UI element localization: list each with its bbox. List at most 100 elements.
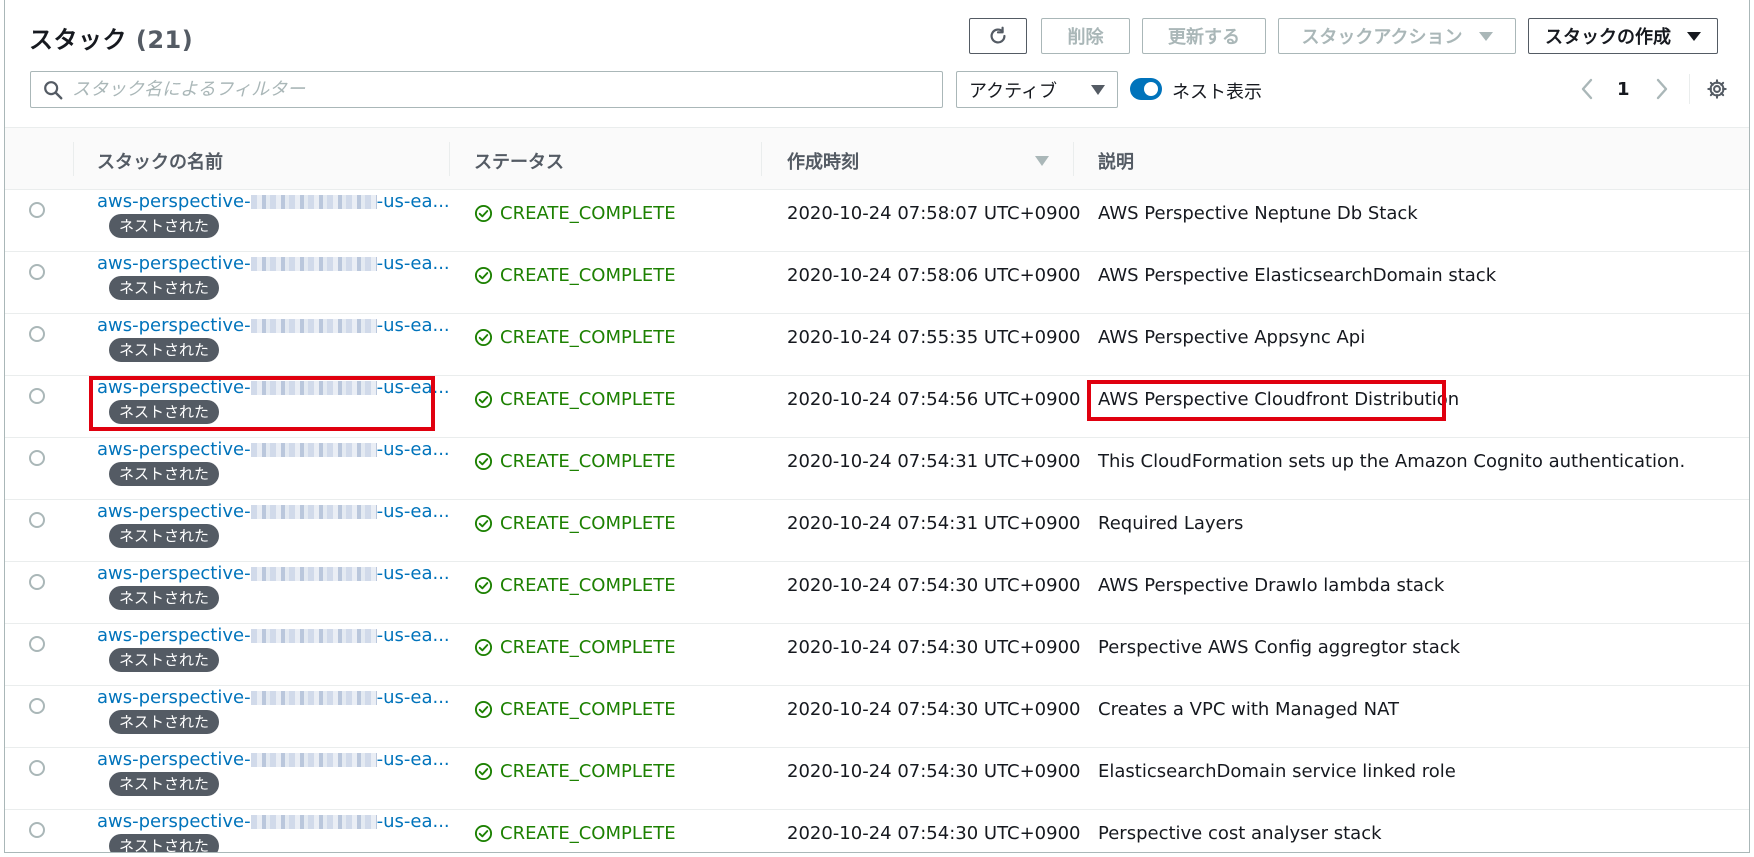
- stack-description: AWS Perspective Neptune Db Stack: [1098, 203, 1418, 224]
- chevron-right-icon[interactable]: [1655, 78, 1669, 100]
- stack-name-link[interactable]: aws-perspective- -us-ea...: [97, 315, 450, 336]
- table-row[interactable]: aws-perspective- -us-ea... ネストされた CREATE_…: [5, 500, 1749, 562]
- check-circle-icon: [474, 452, 493, 471]
- row-select-radio[interactable]: [29, 760, 45, 776]
- stack-status: CREATE_COMPLETE: [474, 761, 676, 782]
- stack-name-link[interactable]: aws-perspective- -us-ea...: [97, 501, 450, 522]
- caret-down-icon: [1478, 31, 1493, 41]
- stack-description: AWS Perspective Appsync Api: [1098, 327, 1366, 348]
- stack-name-link[interactable]: aws-perspective- -us-ea...: [97, 439, 450, 460]
- status-text: CREATE_COMPLETE: [500, 823, 676, 844]
- status-text: CREATE_COMPLETE: [500, 451, 676, 472]
- row-select-radio[interactable]: [29, 636, 45, 652]
- column-divider: [1073, 142, 1074, 176]
- redacted-segment: [250, 443, 377, 457]
- column-header-name[interactable]: スタックの名前: [97, 148, 223, 174]
- stack-name-link[interactable]: aws-perspective- -us-ea...: [97, 625, 450, 646]
- nested-badge: ネストされた: [109, 586, 220, 610]
- stack-name-prefix: aws-perspective-: [97, 253, 251, 274]
- created-time: 2020-10-24 07:54:30 UTC+0900: [787, 575, 1081, 596]
- title-text: スタック: [29, 26, 127, 54]
- update-button[interactable]: 更新する: [1142, 18, 1266, 54]
- column-divider: [73, 142, 74, 176]
- column-header-status[interactable]: ステータス: [474, 148, 564, 174]
- stack-name-suffix: -us-ea...: [376, 563, 450, 584]
- row-select-radio[interactable]: [29, 202, 45, 218]
- table-row[interactable]: aws-perspective- -us-ea... ネストされた CREATE_…: [5, 686, 1749, 748]
- stack-status: CREATE_COMPLETE: [474, 203, 676, 224]
- stack-name-link[interactable]: aws-perspective- -us-ea...: [97, 563, 450, 584]
- delete-button[interactable]: 削除: [1041, 18, 1130, 54]
- stack-name-link[interactable]: aws-perspective- -us-ea...: [97, 749, 450, 770]
- status-text: CREATE_COMPLETE: [500, 575, 676, 596]
- redacted-segment: [250, 257, 377, 271]
- row-select-radio[interactable]: [29, 264, 45, 280]
- search-field[interactable]: [30, 71, 943, 108]
- check-circle-icon: [474, 514, 493, 533]
- stack-name-suffix: -us-ea...: [376, 439, 450, 460]
- stack-description: This CloudFormation sets up the Amazon C…: [1098, 451, 1686, 472]
- row-select-radio[interactable]: [29, 512, 45, 528]
- created-time: 2020-10-24 07:54:30 UTC+0900: [787, 699, 1081, 720]
- table-row[interactable]: aws-perspective- -us-ea... ネストされた CREATE_…: [5, 624, 1749, 686]
- delete-label: 削除: [1067, 27, 1104, 48]
- stack-actions-button[interactable]: スタックアクション: [1278, 18, 1516, 54]
- divider: [1689, 74, 1690, 104]
- table-row[interactable]: aws-perspective- -us-ea... ネストされた CREATE_…: [5, 190, 1749, 252]
- nested-view-toggle[interactable]: [1130, 78, 1162, 100]
- table-row[interactable]: aws-perspective- -us-ea... ネストされた CREATE_…: [5, 748, 1749, 810]
- status-text: CREATE_COMPLETE: [500, 265, 676, 286]
- stack-status: CREATE_COMPLETE: [474, 575, 676, 596]
- stack-name-link[interactable]: aws-perspective- -us-ea...: [97, 253, 450, 274]
- stack-description: AWS Perspective DrawIo lambda stack: [1098, 575, 1445, 596]
- check-circle-icon: [474, 762, 493, 781]
- redacted-segment: [250, 629, 377, 643]
- current-page[interactable]: 1: [1617, 79, 1630, 100]
- table-row[interactable]: aws-perspective- -us-ea... ネストされた CREATE_…: [5, 252, 1749, 314]
- row-select-radio[interactable]: [29, 450, 45, 466]
- nested-badge: ネストされた: [109, 276, 220, 300]
- nested-badge: ネストされた: [109, 338, 220, 362]
- stack-name-link[interactable]: aws-perspective- -us-ea...: [97, 687, 450, 708]
- nested-badge: ネストされた: [109, 462, 220, 486]
- created-time: 2020-10-24 07:54:31 UTC+0900: [787, 513, 1081, 534]
- row-select-radio[interactable]: [29, 574, 45, 590]
- refresh-button[interactable]: [969, 18, 1027, 54]
- gear-icon[interactable]: [1706, 78, 1728, 100]
- row-select-radio[interactable]: [29, 822, 45, 838]
- stack-name-link[interactable]: aws-perspective- -us-ea...: [97, 811, 450, 832]
- toggle-knob: [1144, 82, 1158, 96]
- created-time: 2020-10-24 07:54:30 UTC+0900: [787, 637, 1081, 658]
- column-header-created[interactable]: 作成時刻: [787, 148, 859, 174]
- table-row[interactable]: aws-perspective- -us-ea... ネストされた CREATE_…: [5, 438, 1749, 500]
- column-header-description[interactable]: 説明: [1098, 148, 1134, 174]
- search-icon: [44, 80, 63, 99]
- stack-name-prefix: aws-perspective-: [97, 315, 251, 336]
- status-text: CREATE_COMPLETE: [500, 699, 676, 720]
- stack-name-prefix: aws-perspective-: [97, 749, 251, 770]
- create-stack-button[interactable]: スタックの作成: [1528, 18, 1718, 54]
- stack-name-prefix: aws-perspective-: [97, 501, 251, 522]
- row-select-radio[interactable]: [29, 698, 45, 714]
- sort-descending-icon[interactable]: [1035, 156, 1049, 166]
- nested-badge: ネストされた: [109, 772, 220, 796]
- filter-value: アクティブ: [969, 80, 1058, 102]
- redacted-segment: [250, 567, 377, 581]
- check-circle-icon: [474, 328, 493, 347]
- chevron-left-icon[interactable]: [1580, 78, 1594, 100]
- row-select-radio[interactable]: [29, 388, 45, 404]
- table-row[interactable]: aws-perspective- -us-ea... ネストされた CREATE_…: [5, 810, 1749, 852]
- row-select-radio[interactable]: [29, 326, 45, 342]
- created-time: 2020-10-24 07:54:30 UTC+0900: [787, 823, 1081, 844]
- stack-description: Perspective cost analyser stack: [1098, 823, 1382, 844]
- stack-description: Creates a VPC with Managed NAT: [1098, 699, 1400, 720]
- stack-name-link[interactable]: aws-perspective- -us-ea...: [97, 191, 450, 212]
- column-divider: [761, 142, 762, 176]
- stack-status: CREATE_COMPLETE: [474, 637, 676, 658]
- table-row[interactable]: aws-perspective- -us-ea... ネストされた CREATE_…: [5, 314, 1749, 376]
- created-time: 2020-10-24 07:58:07 UTC+0900: [787, 203, 1081, 224]
- search-input[interactable]: [72, 79, 932, 100]
- redacted-segment: [250, 319, 377, 333]
- table-row[interactable]: aws-perspective- -us-ea... ネストされた CREATE_…: [5, 562, 1749, 624]
- status-filter-select[interactable]: アクティブ: [956, 71, 1118, 108]
